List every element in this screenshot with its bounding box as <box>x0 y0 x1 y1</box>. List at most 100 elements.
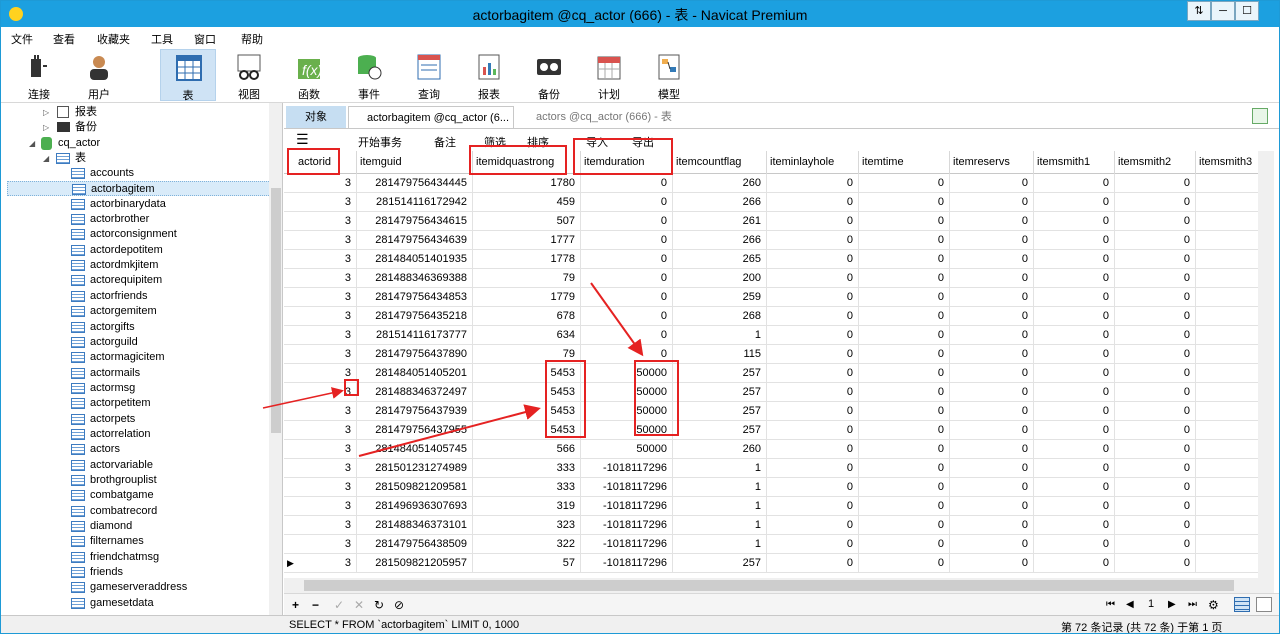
cell-itemsmith1[interactable]: 0 <box>1034 250 1115 269</box>
cell-itemguid[interactable]: 281514116173777 <box>357 326 473 345</box>
cell-itemsmith2[interactable]: 0 <box>1115 497 1196 516</box>
restore-icon[interactable]: ⇅ <box>1187 1 1211 21</box>
last-page-button[interactable]: ⏭ <box>1188 599 1197 610</box>
cell-itemguid[interactable]: 281479756434853 <box>357 288 473 307</box>
cell-itemsmith2[interactable]: 0 <box>1115 288 1196 307</box>
cell-actorid[interactable]: 3 <box>284 212 357 231</box>
form-view-icon[interactable] <box>1256 597 1272 612</box>
cell-itemguid[interactable]: 281484051405745 <box>357 440 473 459</box>
cell-itemidquastrong[interactable]: 507 <box>473 212 581 231</box>
tree-table-item[interactable]: actorgemitem <box>7 304 275 319</box>
cell-itemcountflag[interactable]: 266 <box>673 193 767 212</box>
report-button[interactable]: 报表 <box>461 49 517 101</box>
tree-table-item[interactable]: actorequipitem <box>7 273 275 288</box>
filter-button[interactable]: 筛选 <box>484 134 506 150</box>
menu-help[interactable]: 帮助 <box>241 31 263 47</box>
cell-itemsmith1[interactable]: 0 <box>1034 345 1115 364</box>
cell-itemcountflag[interactable]: 1 <box>673 535 767 554</box>
cell-itemduration[interactable]: 0 <box>581 269 673 288</box>
begin-transaction-button[interactable]: 开始事务 <box>358 134 402 150</box>
table-row[interactable]: 3 281484051401935 1778 0 265 0 0 0 0 0 <box>284 250 1271 269</box>
cell-actorid[interactable]: 3 <box>284 497 357 516</box>
delete-record-button[interactable]: − <box>312 598 319 612</box>
table-row[interactable]: 3 281501231274989 333 -1018117296 1 0 0 0 0 0 <box>284 459 1271 478</box>
cell-actorid[interactable]: 3 <box>284 478 357 497</box>
cell-actorid[interactable]: 3 <box>284 174 357 193</box>
tree-table-item[interactable]: friends <box>7 565 275 580</box>
tree-table-item[interactable]: combatgame <box>7 488 275 503</box>
column-header-itemcountflag[interactable]: itemcountflag <box>673 151 767 174</box>
cell-itemduration[interactable]: -1018117296 <box>581 516 673 535</box>
cell-itemtime[interactable]: 0 <box>859 326 950 345</box>
tree-table-item[interactable]: actors <box>7 442 275 457</box>
cell-actorid[interactable]: 3 <box>284 250 357 269</box>
collapse-arrow-icon[interactable]: ◢ <box>43 151 49 166</box>
table-row[interactable]: 3 281514116172942 459 0 266 0 0 0 0 0 <box>284 193 1271 212</box>
cell-itemsmith2[interactable]: 0 <box>1115 212 1196 231</box>
cell-itemguid[interactable]: 281479756437890 <box>357 345 473 364</box>
cell-itemsmith2[interactable]: 0 <box>1115 440 1196 459</box>
tree-table-item[interactable]: gamesetdata <box>7 596 275 611</box>
cell-actorid[interactable]: 3 <box>284 364 357 383</box>
table-row[interactable]: 3 281484051405745 566 50000 260 0 0 0 0 0 <box>284 440 1271 459</box>
cell-itemsmith2[interactable]: 0 <box>1115 174 1196 193</box>
cell-itemsmith2[interactable]: 0 <box>1115 250 1196 269</box>
cell-itemsmith2[interactable]: 0 <box>1115 421 1196 440</box>
cell-actorid[interactable]: 3 <box>284 440 357 459</box>
cell-itemtime[interactable]: 0 <box>859 212 950 231</box>
apply-changes-button[interactable]: ✓ <box>334 598 344 612</box>
column-header-itemreservs[interactable]: itemreservs <box>950 151 1034 174</box>
cell-itemduration[interactable]: -1018117296 <box>581 478 673 497</box>
cell-itemreservs[interactable]: 0 <box>950 345 1034 364</box>
cell-iteminlayhole[interactable]: 0 <box>767 269 859 288</box>
tree-table-item[interactable]: gameserveraddress <box>7 580 275 595</box>
column-header-itemsmith1[interactable]: itemsmith1 <box>1034 151 1115 174</box>
cell-itemidquastrong[interactable]: 322 <box>473 535 581 554</box>
cell-itemsmith1[interactable]: 0 <box>1034 288 1115 307</box>
cell-itemidquastrong[interactable]: 678 <box>473 307 581 326</box>
cell-itemduration[interactable]: -1018117296 <box>581 554 673 573</box>
cell-itemsmith1[interactable]: 0 <box>1034 497 1115 516</box>
cell-itemsmith1[interactable]: 0 <box>1034 478 1115 497</box>
cell-itemcountflag[interactable]: 257 <box>673 383 767 402</box>
cell-actorid[interactable]: 3 <box>284 383 357 402</box>
cell-itemreservs[interactable]: 0 <box>950 440 1034 459</box>
refresh-button[interactable]: ↻ <box>374 598 384 612</box>
cell-iteminlayhole[interactable]: 0 <box>767 402 859 421</box>
cell-itemsmith1[interactable]: 0 <box>1034 364 1115 383</box>
tree-table-item[interactable]: actorbagitem <box>7 181 275 197</box>
cell-itemsmith1[interactable]: 0 <box>1034 421 1115 440</box>
tree-table-item[interactable]: actorrelation <box>7 427 275 442</box>
cell-itemidquastrong[interactable]: 1780 <box>473 174 581 193</box>
cell-itemreservs[interactable]: 0 <box>950 516 1034 535</box>
cell-iteminlayhole[interactable]: 0 <box>767 440 859 459</box>
cell-iteminlayhole[interactable]: 0 <box>767 307 859 326</box>
cell-iteminlayhole[interactable]: 0 <box>767 535 859 554</box>
cell-itemidquastrong[interactable]: 79 <box>473 269 581 288</box>
cell-itemidquastrong[interactable]: 333 <box>473 459 581 478</box>
cell-itemsmith2[interactable]: 0 <box>1115 326 1196 345</box>
tree-item-database[interactable]: ◢ cq_actor <box>1 136 269 151</box>
cell-iteminlayhole[interactable]: 0 <box>767 516 859 535</box>
tree-table-item[interactable]: accounts <box>7 166 275 181</box>
cell-itemcountflag[interactable]: 257 <box>673 421 767 440</box>
cell-itemreservs[interactable]: 0 <box>950 383 1034 402</box>
cell-actorid[interactable]: 3 <box>284 269 357 288</box>
tree-table-item[interactable]: actorvariable <box>7 458 275 473</box>
cell-itemsmith1[interactable]: 0 <box>1034 440 1115 459</box>
menu-file[interactable]: 文件 <box>11 31 33 47</box>
cell-itemtime[interactable]: 0 <box>859 307 950 326</box>
cell-itemguid[interactable]: 281479756434445 <box>357 174 473 193</box>
grid-vertical-scrollbar[interactable] <box>1258 151 1274 578</box>
cell-itemcountflag[interactable]: 260 <box>673 174 767 193</box>
cell-itemreservs[interactable]: 0 <box>950 364 1034 383</box>
cell-itemtime[interactable]: 0 <box>859 269 950 288</box>
schedule-button[interactable]: 计划 <box>581 49 637 101</box>
cell-itemtime[interactable]: 0 <box>859 497 950 516</box>
cell-itemcountflag[interactable]: 257 <box>673 364 767 383</box>
cell-itemtime[interactable]: 0 <box>859 250 950 269</box>
view-button[interactable]: 视图 <box>221 49 277 101</box>
cell-itemreservs[interactable]: 0 <box>950 421 1034 440</box>
cell-itemcountflag[interactable]: 1 <box>673 478 767 497</box>
cancel-changes-button[interactable]: ✕ <box>354 598 364 612</box>
